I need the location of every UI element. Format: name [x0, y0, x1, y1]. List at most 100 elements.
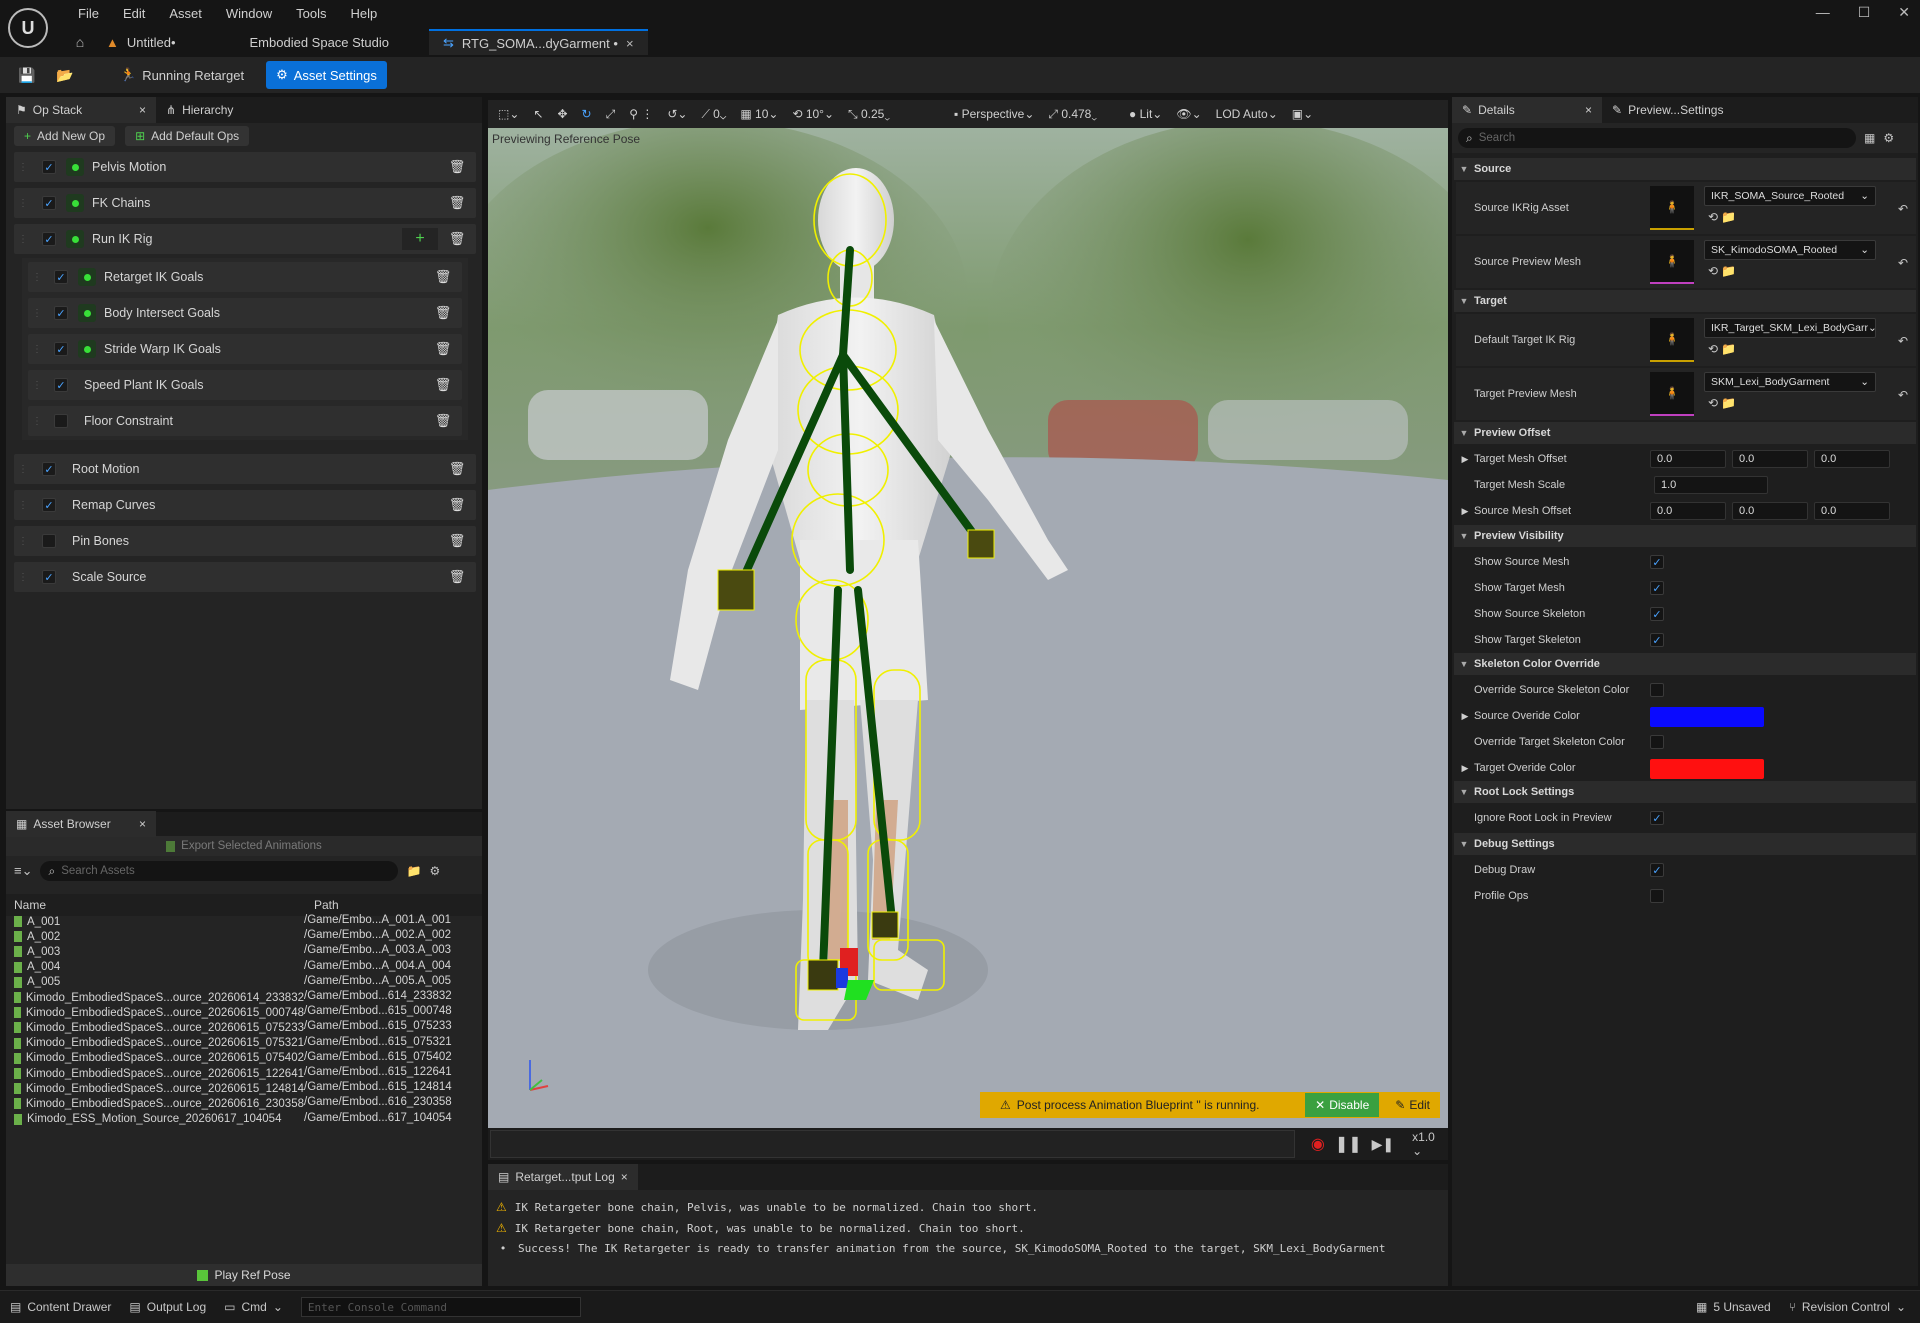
profile-ops-checkbox[interactable] [1650, 889, 1664, 903]
expand-icon[interactable]: ▶ [1456, 763, 1474, 774]
delete-op-icon[interactable]: 🗑 [432, 374, 454, 396]
drag-handle-icon[interactable]: ⋮ [18, 500, 28, 511]
close-tab-icon[interactable]: × [626, 36, 634, 51]
use-selected-icon[interactable]: ⟲ 📁 [1708, 342, 1736, 356]
use-selected-icon[interactable]: ⟲ 📁 [1708, 210, 1736, 224]
op-checkbox[interactable] [54, 414, 68, 428]
delete-op-icon[interactable]: 🗑 [432, 266, 454, 288]
timeline-scrubber[interactable] [490, 1130, 1295, 1158]
rotate-icon[interactable]: ↻ [582, 107, 592, 121]
asset-row[interactable]: A_005/Game/Embo...A_005.A_005 [14, 975, 482, 990]
step-forward-icon[interactable]: ▶❚ [1372, 1136, 1395, 1153]
asset-row[interactable]: Kimodo_EmbodiedSpaceS...ource_20260615_0… [14, 1005, 482, 1020]
op-checkbox[interactable]: ✓ [54, 342, 68, 356]
tab-hierarchy[interactable]: ⋔ Hierarchy [156, 97, 243, 123]
running-retarget-button[interactable]: 🏃 Running Retarget [110, 61, 254, 89]
drag-handle-icon[interactable]: ⋮ [32, 272, 42, 283]
select-mode-icon[interactable]: ⬚⌄ [498, 107, 519, 121]
revision-control-button[interactable]: ⑂ Revision Control ⌄ [1789, 1300, 1906, 1314]
show-flags-icon[interactable]: 👁⌄ [1176, 107, 1201, 121]
translate-icon[interactable]: ✥ [557, 107, 567, 121]
drag-handle-icon[interactable]: ⋮ [18, 572, 28, 583]
op-row[interactable]: ⋮ ✓ Speed Plant IK Goals 🗑 [28, 370, 462, 400]
delete-op-icon[interactable]: 🗑 [446, 192, 468, 214]
col-name[interactable]: Name [6, 898, 314, 912]
details-settings-icon[interactable]: ⚙ [1883, 131, 1894, 145]
target-mesh-dropdown[interactable]: SKM_Lexi_BodyGarment ⌄ [1704, 372, 1876, 392]
target-offset-x[interactable]: 0.0 [1650, 450, 1726, 468]
op-row[interactable]: ⋮ ✓ Body Intersect Goals 🗑 [28, 298, 462, 328]
op-row[interactable]: ⋮ ✓ Scale Source 🗑 [14, 562, 476, 592]
section-debug[interactable]: ▼ Debug Settings [1454, 833, 1916, 855]
drag-handle-icon[interactable]: ⋮ [18, 234, 28, 245]
export-selected-button[interactable]: Export Selected Animations [6, 836, 482, 856]
add-new-op-button[interactable]: + Add New Op [14, 126, 116, 146]
op-row[interactable]: ⋮ ✓ Remap Curves 🗑 [14, 490, 476, 520]
playback-speed[interactable]: x1.0 ⌄ [1412, 1130, 1448, 1158]
delete-op-icon[interactable]: 🗑 [446, 494, 468, 516]
source-ikrig-dropdown[interactable]: IKR_SOMA_Source_Rooted ⌄ [1704, 186, 1876, 206]
disable-button[interactable]: ✕ Disable [1305, 1093, 1380, 1117]
asset-row[interactable]: Kimodo_EmbodiedSpaceS...ource_20260614_2… [14, 990, 482, 1005]
content-drawer-button[interactable]: ▤ Content Drawer [10, 1300, 111, 1314]
show-source-skeleton-checkbox[interactable]: ✓ [1650, 607, 1664, 621]
section-target[interactable]: ▼ Target [1454, 290, 1916, 312]
menu-edit[interactable]: Edit [111, 6, 157, 21]
minimize-icon[interactable]: — [1816, 4, 1830, 21]
op-checkbox[interactable]: ✓ [42, 160, 56, 174]
override-source-color-checkbox[interactable] [1650, 683, 1664, 697]
asset-row[interactable]: A_001/Game/Embo...A_001.A_001 [14, 914, 482, 929]
edit-button[interactable]: ✎ Edit [1385, 1098, 1440, 1112]
section-source[interactable]: ▼ Source [1454, 158, 1916, 180]
op-checkbox[interactable] [42, 534, 56, 548]
asset-settings-button[interactable]: ⚙ Asset Settings [266, 61, 387, 89]
delete-op-icon[interactable]: 🗑 [432, 302, 454, 324]
menu-tools[interactable]: Tools [284, 6, 338, 21]
delete-op-icon[interactable]: 🗑 [446, 566, 468, 588]
delete-op-icon[interactable]: 🗑 [446, 228, 468, 250]
reset-icon[interactable]: ↶ [1898, 202, 1908, 216]
asset-row[interactable]: Kimodo_EmbodiedSpaceS...ource_20260616_2… [14, 1096, 482, 1111]
use-selected-icon[interactable]: ⟲ 📁 [1708, 396, 1736, 410]
menu-window[interactable]: Window [214, 6, 284, 21]
target-mesh-scale-field[interactable]: 1.0 [1654, 476, 1768, 494]
debug-draw-checkbox[interactable]: ✓ [1650, 863, 1664, 877]
op-checkbox[interactable]: ✓ [42, 232, 56, 246]
transform-icon[interactable]: ⚲ ⋮ [629, 107, 653, 121]
close-log-icon[interactable]: × [621, 1170, 628, 1184]
record-icon[interactable]: ◉ [1311, 1134, 1325, 1154]
close-details-icon[interactable]: × [1585, 103, 1592, 117]
delete-op-icon[interactable]: 🗑 [432, 410, 454, 432]
op-row[interactable]: ⋮ ✓ Pelvis Motion 🗑 [14, 152, 476, 182]
lod-button[interactable]: LOD Auto⌄ [1216, 107, 1278, 121]
show-target-mesh-checkbox[interactable]: ✓ [1650, 581, 1664, 595]
section-preview-visibility[interactable]: ▼ Preview Visibility [1454, 525, 1916, 547]
show-target-skeleton-checkbox[interactable]: ✓ [1650, 633, 1664, 647]
console-input[interactable]: Enter Console Command [300, 1297, 581, 1317]
tab-retargeter[interactable]: ⇆ RTG_SOMA...dyGarment • × [429, 29, 648, 55]
asset-row[interactable]: Kimodo_EmbodiedSpaceS...ource_20260615_1… [14, 1081, 482, 1096]
drag-handle-icon[interactable]: ⋮ [32, 344, 42, 355]
close-asset-browser-icon[interactable]: × [139, 817, 146, 831]
delete-op-icon[interactable]: 🗑 [446, 530, 468, 552]
cmd-dropdown[interactable]: ▭ Cmd ⌄ [224, 1300, 283, 1314]
unreal-logo-icon[interactable]: U [8, 8, 48, 48]
output-log-button[interactable]: ▤ Output Log [129, 1300, 206, 1314]
target-offset-y[interactable]: 0.0 [1732, 450, 1808, 468]
drag-handle-icon[interactable]: ⋮ [32, 308, 42, 319]
details-search-input[interactable]: ⌕ Search [1458, 128, 1856, 148]
op-row[interactable]: ⋮ ✓ FK Chains 🗑 [14, 188, 476, 218]
scale-icon[interactable]: ⤢ [606, 107, 616, 122]
reset-icon[interactable]: ↶ [1898, 256, 1908, 270]
fov-button[interactable]: ⤢ 0.478⌄ [1048, 107, 1097, 122]
source-ikrig-thumbnail[interactable]: 🧍 [1650, 186, 1694, 230]
asset-row[interactable]: Kimodo_ESS_Motion_Source_20260617_104054… [14, 1112, 482, 1127]
folder-icon[interactable]: 📁 [406, 864, 421, 878]
pause-icon[interactable]: ❚❚ [1335, 1134, 1362, 1154]
section-root-lock[interactable]: ▼ Root Lock Settings [1454, 781, 1916, 803]
rotation-snap[interactable]: ⟲ 10°⌄ [792, 107, 834, 121]
tab-untitled[interactable]: ▲ Untitled• [92, 29, 190, 55]
close-window-icon[interactable]: ✕ [1898, 4, 1910, 21]
browse-icon[interactable]: 📂 [52, 67, 78, 84]
op-row[interactable]: ⋮ ✓ Run IK Rig + 🗑 [14, 224, 476, 254]
